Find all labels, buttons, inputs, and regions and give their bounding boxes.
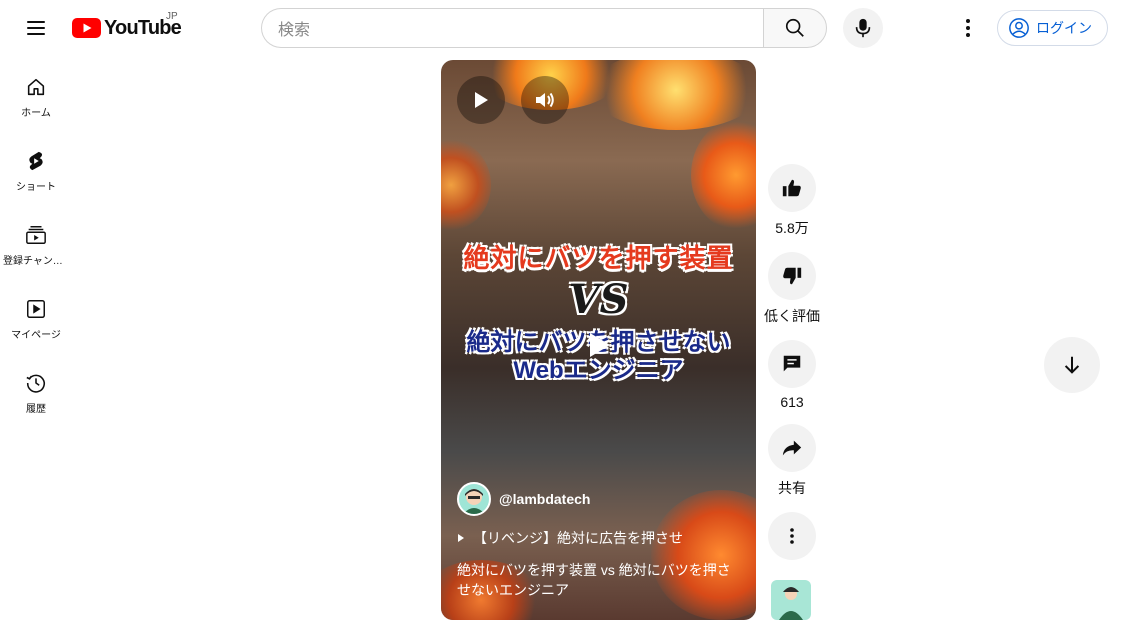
volume-icon: [536, 92, 554, 108]
sound-thumbnail[interactable]: [771, 580, 811, 620]
share-icon: [782, 440, 802, 456]
shorts-icon: [29, 151, 43, 171]
search-placeholder: 検索: [278, 22, 311, 39]
dislike-action: 低く評価: [764, 252, 820, 326]
sidebar-item-history[interactable]: 履歴: [0, 352, 72, 426]
sidebar-item-label: マイページ: [11, 330, 61, 341]
menu-icon: [27, 21, 45, 23]
menu-button[interactable]: [16, 8, 56, 48]
login-button[interactable]: ログイン: [997, 10, 1108, 46]
thumbs-up-icon: [782, 179, 801, 197]
avatar-illustration-icon: [463, 489, 485, 514]
comments-button[interactable]: [768, 340, 816, 388]
comment-action: 613: [768, 340, 816, 410]
like-count: 5.8万: [775, 220, 809, 236]
flame-decoration: [651, 490, 756, 620]
account-icon: [1009, 18, 1029, 38]
you-icon: [27, 300, 45, 318]
arrow-down-icon: [1064, 356, 1080, 374]
sidebar-item-you[interactable]: マイページ: [0, 278, 72, 352]
search-input[interactable]: 検索: [261, 8, 764, 48]
thumbs-down-icon: [783, 267, 802, 285]
more-vertical-icon: [966, 19, 970, 37]
center-play-button[interactable]: [569, 315, 629, 375]
login-label: ログイン: [1036, 20, 1092, 36]
related-video-title: 【リベンジ】絶対に広告を押させ: [473, 530, 683, 546]
sidebar-item-label: 登録チャンネル: [3, 256, 69, 267]
flame-decoration: [691, 120, 756, 230]
related-video-link[interactable]: 【リベンジ】絶対に広告を押させ: [457, 528, 683, 548]
sidebar-item-home[interactable]: ホーム: [0, 56, 72, 130]
play-icon: [475, 92, 488, 108]
video-title: 絶対にバツを押す装置 vs 絶対にバツを押させないエンジニア: [457, 562, 731, 598]
flame-decoration: [441, 140, 491, 230]
mini-guide: ホーム ショート 登録チャンネル マイページ 履歴: [0, 56, 72, 426]
youtube-play-logo-icon: [72, 18, 101, 38]
voice-search-button[interactable]: [843, 8, 883, 48]
sound-thumbnail-illustration-icon: [779, 587, 803, 620]
comment-count: 613: [780, 394, 804, 410]
more-actions-button[interactable]: [768, 512, 816, 560]
dislike-label: 低く評価: [764, 308, 820, 324]
play-arrow-icon: [458, 534, 464, 542]
share-label: 共有: [778, 480, 806, 496]
sidebar-item-label: ホーム: [21, 108, 51, 119]
more-action: [768, 512, 816, 560]
share-action: 共有: [768, 424, 816, 498]
sidebar-item-label: ショート: [16, 182, 56, 193]
shorts-player[interactable]: 絶対にバツを押す装置 VS 絶対にバツを押させない Webエンジニア @lamb…: [441, 60, 756, 620]
channel-info[interactable]: @lambdatech: [457, 482, 590, 516]
region-code: JP: [166, 11, 178, 22]
like-button[interactable]: [768, 164, 816, 212]
youtube-logo[interactable]: YouTube: [72, 16, 182, 40]
comment-icon: [783, 355, 801, 372]
play-button[interactable]: [457, 76, 505, 124]
settings-button[interactable]: [948, 8, 988, 48]
sidebar-item-shorts[interactable]: ショート: [0, 130, 72, 204]
sidebar-item-label: 履歴: [26, 404, 46, 415]
home-icon: [27, 78, 45, 96]
microphone-icon: [855, 18, 871, 38]
video-caption-line1: 絶対にバツを押す装置: [463, 243, 734, 273]
share-button[interactable]: [768, 424, 816, 472]
more-vertical-icon: [790, 528, 794, 544]
search-icon: [785, 18, 804, 37]
search-button[interactable]: [763, 8, 827, 48]
play-icon: [590, 333, 610, 357]
sidebar-item-subscriptions[interactable]: 登録チャンネル: [0, 204, 72, 278]
dislike-button[interactable]: [768, 252, 816, 300]
history-icon: [26, 374, 45, 393]
avatar[interactable]: [457, 482, 491, 516]
masthead: YouTube JP 検索 ログイン: [0, 0, 1124, 56]
action-bar: 5.8万 低く評価 613 共有: [764, 164, 820, 574]
subscriptions-icon: [26, 226, 46, 244]
next-video-button[interactable]: [1044, 337, 1100, 393]
volume-button[interactable]: [521, 76, 569, 124]
like-action: 5.8万: [768, 164, 816, 238]
channel-handle[interactable]: @lambdatech: [499, 491, 590, 507]
